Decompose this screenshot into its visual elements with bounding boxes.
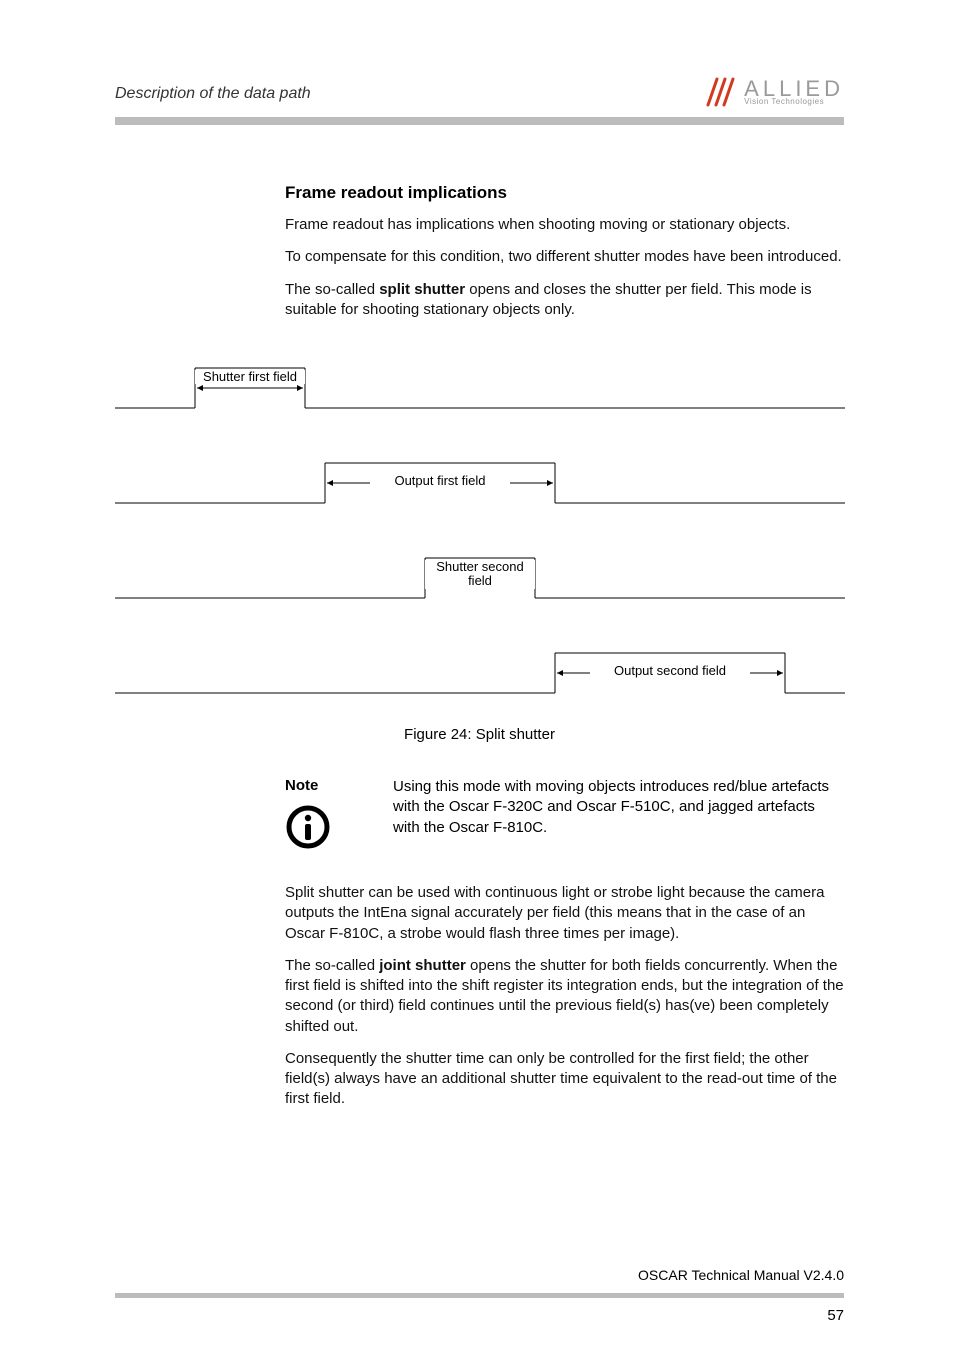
fig-label-shutter-second: Shutter second field xyxy=(436,560,523,588)
fig-label-shutter-first: Shutter first field xyxy=(203,370,297,384)
body-paragraph: Consequently the shutter time can only b… xyxy=(285,1049,844,1110)
body-paragraph: To compensate for this condition, two di… xyxy=(285,247,844,267)
logo-bars-icon xyxy=(704,75,738,109)
text-run: The so-called xyxy=(285,957,379,974)
bold-term: joint shutter xyxy=(379,957,466,974)
info-icon xyxy=(285,804,375,855)
bold-term: split shutter xyxy=(379,281,465,298)
breadcrumb: Description of the data path xyxy=(115,85,311,109)
note-block: Note Using this mode with moving objects… xyxy=(285,777,844,855)
figure-caption: Figure 24: Split shutter xyxy=(115,726,844,743)
figure-split-shutter: Shutter first field Output first field xyxy=(115,348,844,743)
note-label: Note xyxy=(285,777,375,794)
header-divider xyxy=(115,117,844,125)
section-heading: Frame readout implications xyxy=(285,183,844,203)
fig-label-output-second: Output second field xyxy=(614,663,726,678)
page-number: 57 xyxy=(827,1307,844,1324)
brand-logo: ALLIED Vision Technologies xyxy=(704,75,844,109)
body-paragraph: The so-called joint shutter opens the sh… xyxy=(285,956,844,1037)
body-paragraph: Split shutter can be used with continuou… xyxy=(285,883,844,944)
note-text: Using this mode with moving objects intr… xyxy=(393,777,844,838)
footer-text: OSCAR Technical Manual V2.4.0 xyxy=(115,1267,844,1283)
body-paragraph: Frame readout has implications when shoo… xyxy=(285,215,844,235)
text-run: The so-called xyxy=(285,281,379,298)
fig-label-output-first: Output first field xyxy=(394,473,485,488)
body-paragraph: The so-called split shutter opens and cl… xyxy=(285,280,844,321)
footer-divider xyxy=(115,1293,844,1298)
